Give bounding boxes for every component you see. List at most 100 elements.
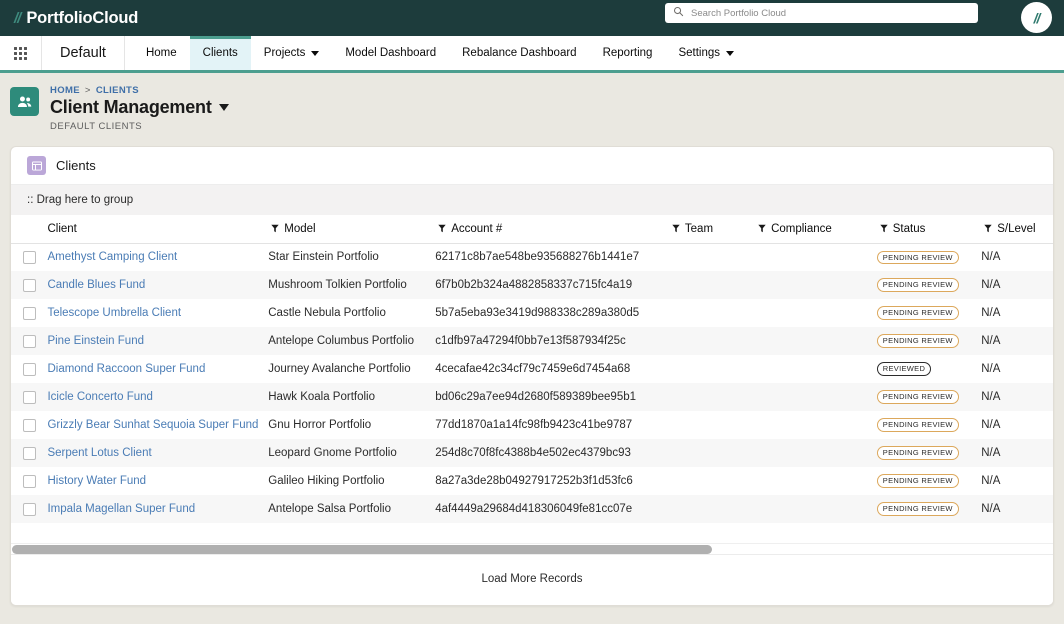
row-checkbox[interactable] [23, 447, 36, 460]
client-link[interactable]: Icicle Concerto Fund [47, 391, 152, 403]
table-header: Client Model [11, 215, 1053, 243]
client-link[interactable]: Amethyst Camping Client [47, 251, 177, 263]
global-search[interactable] [665, 3, 978, 23]
table-row[interactable]: Candle Blues FundMushroom Tolkien Portfo… [11, 271, 1053, 299]
nav-item-projects[interactable]: Projects [251, 36, 333, 70]
grid-scroll-region[interactable]: Client Model [11, 215, 1053, 543]
column-header-compliance[interactable]: Compliance [753, 215, 875, 243]
row-select-cell[interactable] [11, 271, 45, 299]
cell-status: PENDING REVIEW [875, 495, 979, 523]
select-all-header [11, 215, 45, 243]
client-link[interactable]: Serpent Lotus Client [47, 447, 151, 459]
row-checkbox[interactable] [23, 307, 36, 320]
status-badge: PENDING REVIEW [877, 306, 959, 320]
table-header-row: Client Model [11, 215, 1053, 243]
column-header-client[interactable]: Client [45, 215, 266, 243]
filter-funnel-icon[interactable] [875, 224, 893, 233]
row-select-cell[interactable] [11, 439, 45, 467]
table-row[interactable]: Serpent Lotus ClientLeopard Gnome Portfo… [11, 439, 1053, 467]
row-select-cell[interactable] [11, 299, 45, 327]
row-select-cell[interactable] [11, 355, 45, 383]
table-row[interactable]: Diamond Raccoon Super Fund Journey Avalan… [11, 355, 1053, 383]
client-link[interactable]: Grizzly Bear Sunhat Sequoia Super Fund [47, 419, 258, 431]
row-select-cell[interactable] [11, 411, 45, 439]
nav-item-home[interactable]: Home [133, 36, 190, 70]
horizontal-scrollbar-thumb[interactable] [12, 545, 712, 554]
nav-item-model-dashboard[interactable]: Model Dashboard [332, 36, 449, 70]
nav-item-reporting[interactable]: Reporting [590, 36, 666, 70]
column-header-model[interactable]: Model [266, 215, 433, 243]
client-link[interactable]: History Water Fund [47, 475, 146, 487]
client-link[interactable]: Pine Einstein Fund [47, 335, 144, 347]
column-header-account[interactable]: Account # [433, 215, 667, 243]
filter-funnel-icon[interactable] [667, 224, 685, 233]
client-link[interactable]: Telescope Umbrella Client [47, 307, 181, 319]
load-more-area: Load More Records [11, 554, 1053, 605]
page-header-text: HOME > CLIENTS Client Management DEFAULT… [50, 85, 229, 132]
app-name[interactable]: Default [42, 36, 125, 70]
nav-item-label: Model Dashboard [345, 47, 436, 59]
row-checkbox[interactable] [23, 335, 36, 348]
row-checkbox[interactable] [23, 503, 36, 516]
column-label: Model [284, 223, 315, 235]
cell-team [667, 439, 753, 467]
row-checkbox[interactable] [23, 279, 36, 292]
column-header-status[interactable]: Status [875, 215, 979, 243]
app-launcher-icon[interactable] [0, 36, 42, 70]
avatar[interactable]: // [1021, 2, 1052, 33]
breadcrumb-home[interactable]: HOME [50, 85, 80, 96]
search-input[interactable] [691, 8, 970, 19]
table-row[interactable]: Telescope Umbrella ClientCastle Nebula P… [11, 299, 1053, 327]
load-more-records-button[interactable]: Load More Records [482, 573, 583, 585]
cell-team [667, 327, 753, 355]
breadcrumb-clients[interactable]: CLIENTS [96, 85, 139, 96]
row-checkbox[interactable] [23, 419, 36, 432]
filter-funnel-icon[interactable] [433, 224, 451, 233]
cell-client: Grizzly Bear Sunhat Sequoia Super Fund [45, 411, 266, 439]
row-checkbox[interactable] [23, 251, 36, 264]
cell-status: PENDING REVIEW [875, 467, 979, 495]
cell-team [667, 299, 753, 327]
nav-item-rebalance-dashboard[interactable]: Rebalance Dashboard [449, 36, 589, 70]
row-checkbox[interactable] [23, 475, 36, 488]
table-row[interactable]: Icicle Concerto FundHawk Koala Portfolio… [11, 383, 1053, 411]
nav-item-label: Settings [678, 47, 720, 59]
cell-compliance [753, 383, 875, 411]
table-row[interactable]: Pine Einstein FundAntelope Columbus Port… [11, 327, 1053, 355]
row-select-cell[interactable] [11, 243, 45, 271]
filter-funnel-icon[interactable] [979, 224, 997, 233]
status-badge: PENDING REVIEW [877, 446, 959, 460]
client-link[interactable]: Diamond Raccoon Super Fund [47, 363, 205, 375]
row-select-cell[interactable] [11, 495, 45, 523]
horizontal-scrollbar[interactable] [11, 543, 1053, 554]
cell-model: Journey Avalanche Portfolio [266, 355, 433, 383]
table-row[interactable]: Impala Magellan Super FundAntelope Salsa… [11, 495, 1053, 523]
cell-compliance [753, 327, 875, 355]
row-select-cell[interactable] [11, 383, 45, 411]
cell-team [667, 411, 753, 439]
filter-funnel-icon[interactable] [266, 224, 284, 233]
row-select-cell[interactable] [11, 327, 45, 355]
cell-compliance [753, 467, 875, 495]
client-link[interactable]: Impala Magellan Super Fund [47, 503, 195, 515]
group-drop-zone[interactable]: :: Drag here to group [11, 184, 1053, 215]
nav-item-clients[interactable]: Clients [190, 36, 251, 70]
table-row[interactable]: Grizzly Bear Sunhat Sequoia Super FundGn… [11, 411, 1053, 439]
row-select-cell[interactable] [11, 467, 45, 495]
column-header-slevel[interactable]: S/Level [979, 215, 1053, 243]
client-link[interactable]: Candle Blues Fund [47, 279, 145, 291]
cell-compliance [753, 271, 875, 299]
table-row[interactable]: History Water FundGalileo Hiking Portfol… [11, 467, 1053, 495]
cell-team [667, 383, 753, 411]
cell-team [667, 495, 753, 523]
filter-funnel-icon[interactable] [753, 224, 771, 233]
table-row[interactable]: Amethyst Camping ClientStar Einstein Por… [11, 243, 1053, 271]
cell-client: Diamond Raccoon Super Fund [45, 355, 266, 383]
row-checkbox[interactable] [23, 363, 36, 376]
cell-status: PENDING REVIEW [875, 243, 979, 271]
brand-logo[interactable]: // PortfolioCloud [14, 9, 138, 28]
row-checkbox[interactable] [23, 391, 36, 404]
column-header-team[interactable]: Team [667, 215, 753, 243]
nav-item-settings[interactable]: Settings [665, 36, 747, 70]
chevron-down-icon[interactable] [219, 104, 229, 111]
